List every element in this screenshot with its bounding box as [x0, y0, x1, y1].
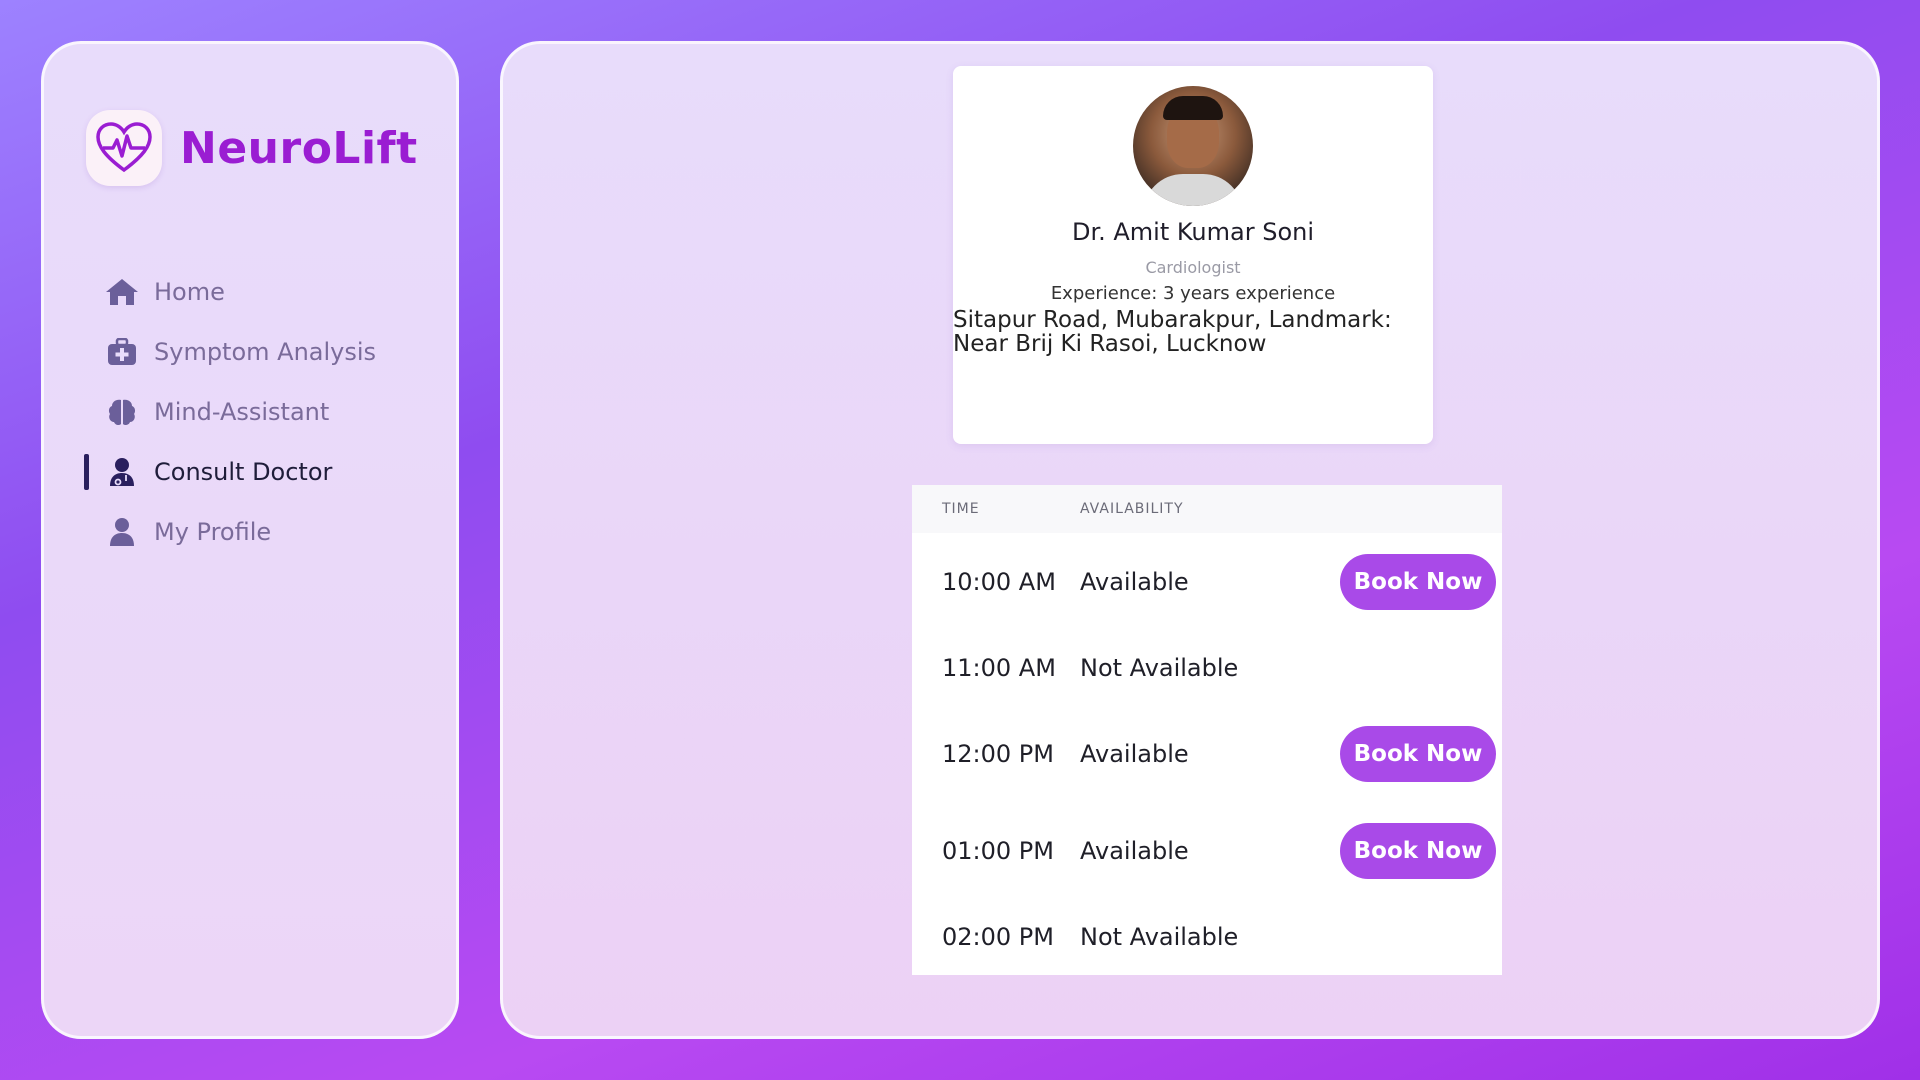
user-icon — [104, 514, 140, 550]
sidebar-item-label: Mind-Assistant — [154, 398, 330, 426]
sidebar-item-symptom-analysis[interactable]: Symptom Analysis — [44, 322, 456, 382]
table-row: 11:00 AM Not Available — [912, 631, 1502, 705]
medkit-icon — [104, 334, 140, 370]
slots-table: TIME AVAILABILITY 10:00 AM Available Boo… — [912, 485, 1502, 975]
sidebar-item-label: Symptom Analysis — [154, 338, 377, 366]
availability-column-header: AVAILABILITY — [1080, 501, 1184, 517]
slot-time: 11:00 AM — [942, 654, 1056, 682]
slot-time: 10:00 AM — [942, 568, 1056, 596]
sidebar: NeuroLift Home Symptom Analysis Mind-Ass… — [41, 41, 459, 1039]
sidebar-nav: Home Symptom Analysis Mind-Assistant Con… — [44, 262, 456, 562]
doctor-card: Dr. Amit Kumar Soni Cardiologist Experie… — [953, 66, 1433, 444]
slot-status: Available — [1080, 740, 1189, 768]
book-now-button[interactable]: Book Now — [1340, 554, 1496, 610]
slot-status: Available — [1080, 837, 1189, 865]
table-row: 01:00 PM Available Book Now — [912, 803, 1502, 899]
table-row: 10:00 AM Available Book Now — [912, 533, 1502, 631]
book-now-button[interactable]: Book Now — [1340, 823, 1496, 879]
slot-status: Not Available — [1080, 654, 1239, 682]
home-icon — [104, 274, 140, 310]
table-row: 12:00 PM Available Book Now — [912, 705, 1502, 803]
sidebar-item-home[interactable]: Home — [44, 262, 456, 322]
doctor-name: Dr. Amit Kumar Soni — [1071, 218, 1315, 246]
doctor-address: Sitapur Road, Mubarakpur, Landmark: Near… — [953, 307, 1392, 357]
sidebar-item-label: Consult Doctor — [154, 458, 333, 486]
brand-name: NeuroLift — [180, 122, 418, 174]
sidebar-item-my-profile[interactable]: My Profile — [44, 502, 456, 562]
slot-time: 12:00 PM — [942, 740, 1054, 768]
doctor-specialty: Cardiologist — [1145, 258, 1241, 277]
main-panel: Dr. Amit Kumar Soni Cardiologist Experie… — [500, 41, 1880, 1039]
doctor-icon — [104, 454, 140, 490]
sidebar-item-mind-assistant[interactable]: Mind-Assistant — [44, 382, 456, 442]
heartbeat-logo-icon — [86, 110, 162, 186]
sidebar-item-consult-doctor[interactable]: Consult Doctor — [44, 442, 456, 502]
brand[interactable]: NeuroLift — [86, 110, 418, 186]
doctor-experience: Experience: 3 years experience — [1050, 283, 1336, 304]
book-now-button[interactable]: Book Now — [1340, 726, 1496, 782]
slots-table-header: TIME AVAILABILITY — [912, 485, 1502, 533]
table-row: 02:00 PM Not Available — [912, 899, 1502, 975]
slot-time: 02:00 PM — [942, 923, 1054, 951]
sidebar-item-label: Home — [154, 278, 225, 306]
slot-status: Available — [1080, 568, 1189, 596]
slot-status: Not Available — [1080, 923, 1239, 951]
slot-time: 01:00 PM — [942, 837, 1054, 865]
doctor-avatar — [1133, 86, 1253, 206]
brain-icon — [104, 394, 140, 430]
time-column-header: TIME — [942, 501, 980, 517]
sidebar-item-label: My Profile — [154, 518, 272, 546]
